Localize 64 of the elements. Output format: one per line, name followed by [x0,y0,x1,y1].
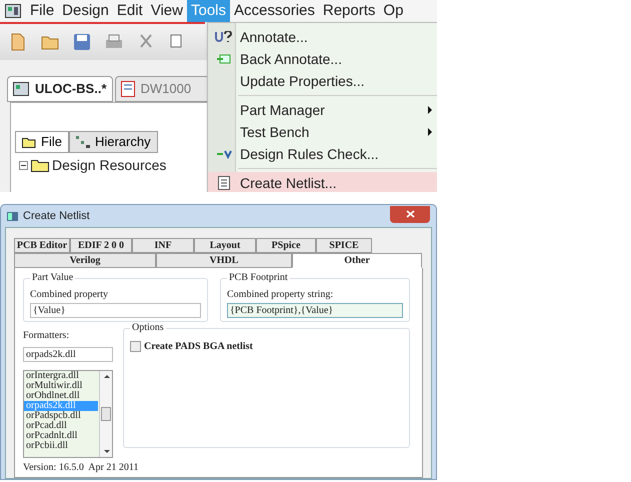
document-tab[interactable]: DW1000 [114,76,210,102]
hierarchy-icon [76,136,90,148]
menu-item[interactable]: File [26,0,58,22]
page-icon [120,81,134,97]
schematic-icon [13,82,29,96]
dialog-tab[interactable]: Layout [194,238,256,253]
group-legend: PCB Footprint [227,272,290,284]
dialog-tab[interactable]: PSpice [256,238,316,253]
annotate-icon [215,31,233,43]
menu-entry[interactable]: Part Manager [208,99,437,121]
menu-entry[interactable]: Back Annotate... [208,48,437,70]
checkbox-label: Create PADS BGA netlist [144,340,253,354]
menu-entry[interactable]: Create Netlist... [208,172,437,192]
field-label: Combined property [30,288,110,302]
document-tab[interactable]: ULOC-BS..* [7,76,112,102]
scrollbar[interactable] [99,371,112,457]
input-field[interactable]: {Value} [30,303,201,318]
group-legend: Options [130,322,166,334]
formatters-label: Formatters: [23,329,70,343]
folder-icon [31,159,49,172]
window-title: Create Netlist [23,208,90,224]
save-icon[interactable] [72,32,92,52]
list-item[interactable]: orOhdlnet.dll [24,391,98,401]
dialog-tab[interactable]: EDIF 2 0 0 [70,238,132,253]
folder-icon [22,136,36,148]
submenu-arrow-icon [428,128,432,136]
panel-tab[interactable]: Hierarchy [68,131,158,153]
checkbox[interactable] [130,341,141,352]
menu-item[interactable]: Design [58,0,113,22]
menu-entry[interactable]: Update Properties... [208,70,437,92]
list-item[interactable]: orPcad.dll [24,421,98,431]
input-field[interactable]: orpads2k.dll [23,347,113,362]
input-field[interactable]: {PCB Footprint},{Value} [227,303,403,318]
menu-item[interactable]: Op [379,0,408,22]
list-item[interactable]: orPcbii.dll [24,441,98,451]
expander-icon[interactable] [19,161,28,170]
back-annotate-icon [217,53,231,65]
dialog-tab[interactable]: Verilog [14,253,156,268]
list-item[interactable]: orMultiwir.dll [24,381,98,391]
dialog-tab[interactable]: SPICE [316,238,372,253]
list-item[interactable]: orPadspcb.dll [24,411,98,421]
menu-item[interactable]: Accessories [230,0,319,22]
tree-item[interactable]: Design Resources [52,155,166,176]
close-button[interactable] [390,206,430,222]
dialog-tab[interactable]: Other [292,253,422,268]
dialog-tab[interactable]: VHDL [156,253,292,268]
netlist-icon [218,176,230,190]
list-item[interactable]: orPcadnlt.dll [24,431,98,441]
field-label: Combined property string: [227,288,334,302]
menu-item[interactable]: View [146,0,187,22]
dialog-tab[interactable]: PCB Editor [14,238,70,253]
close-icon [406,210,414,218]
version-text: Version: 16.5.0 Apr 21 2011 [23,462,140,474]
window-icon [7,212,18,220]
menu-item[interactable]: Edit [112,0,147,22]
panel-tab[interactable]: File [15,131,69,153]
menu-entry[interactable]: Test Bench [208,121,437,143]
menu-entry[interactable]: Design Rules Check... [208,143,437,165]
submenu-arrow-icon [428,106,432,114]
list-item[interactable]: orIntergra.dll [24,371,98,381]
app-icon [5,4,21,18]
rules-check-icon [216,149,232,159]
menu-item[interactable]: Reports [318,0,380,22]
dialog-tab[interactable]: INF [132,238,194,253]
